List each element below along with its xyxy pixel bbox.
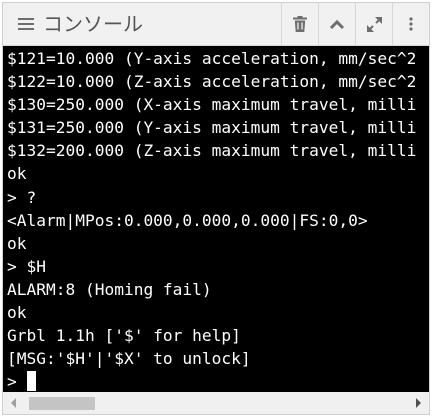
console-lines: $121=10.000 (Y-axis acceleration, mm/sec…: [7, 47, 416, 392]
more-options-button[interactable]: [392, 3, 429, 45]
expand-button[interactable]: [355, 3, 392, 45]
scrollbar-thumb[interactable]: [29, 397, 95, 410]
arrow-right-icon: [416, 398, 421, 408]
chevron-up-icon: [329, 19, 345, 29]
clear-console-button[interactable]: [281, 3, 318, 45]
console-line: $122=10.000 (Z-axis acceleration, mm/sec…: [7, 72, 417, 92]
console-title: コンソール: [43, 12, 143, 36]
more-vertical-icon: [409, 17, 413, 31]
console-line: $131=250.000 (Y-axis maximum travel, mil…: [7, 118, 417, 138]
scroll-left-button[interactable]: [3, 392, 25, 414]
console-line: <Alarm|MPos:0.000,0.000,0.000|FS:0,0>: [7, 210, 368, 230]
console-line: $121=10.000 (Y-axis acceleration, mm/sec…: [7, 49, 417, 68]
console-line: ok: [7, 303, 27, 323]
console-line: Grbl 1.1h ['$' for help]: [7, 326, 241, 346]
console-input-line[interactable]: >: [7, 370, 416, 392]
menu-icon[interactable]: [18, 18, 34, 30]
console-output[interactable]: $121=10.000 (Y-axis acceleration, mm/sec…: [3, 46, 429, 392]
console-line: ok: [7, 233, 27, 253]
console-line: ok: [7, 164, 27, 184]
console-line: $132=200.000 (Z-axis maximum travel, mil…: [7, 141, 417, 161]
console-line: > $H: [7, 256, 46, 276]
collapse-button[interactable]: [318, 3, 355, 45]
console-line: ALARM:8 (Homing fail): [7, 279, 212, 299]
expand-icon: [366, 16, 382, 32]
scroll-right-button[interactable]: [407, 392, 429, 414]
console-header: コンソール: [3, 3, 429, 46]
arrow-left-icon: [11, 398, 16, 408]
trash-icon: [293, 16, 307, 32]
console-line: $130=250.000 (X-axis maximum travel, mil…: [7, 95, 417, 115]
console-line: > ?: [7, 187, 37, 207]
horizontal-scrollbar[interactable]: [3, 392, 429, 414]
text-cursor: [26, 371, 36, 392]
console-panel: コンソール $121=10.000 (Y-axis acceleration, …: [2, 2, 430, 415]
console-prompt: >: [7, 372, 17, 392]
console-line: [MSG:'$H'|'$X' to unlock]: [7, 349, 251, 369]
